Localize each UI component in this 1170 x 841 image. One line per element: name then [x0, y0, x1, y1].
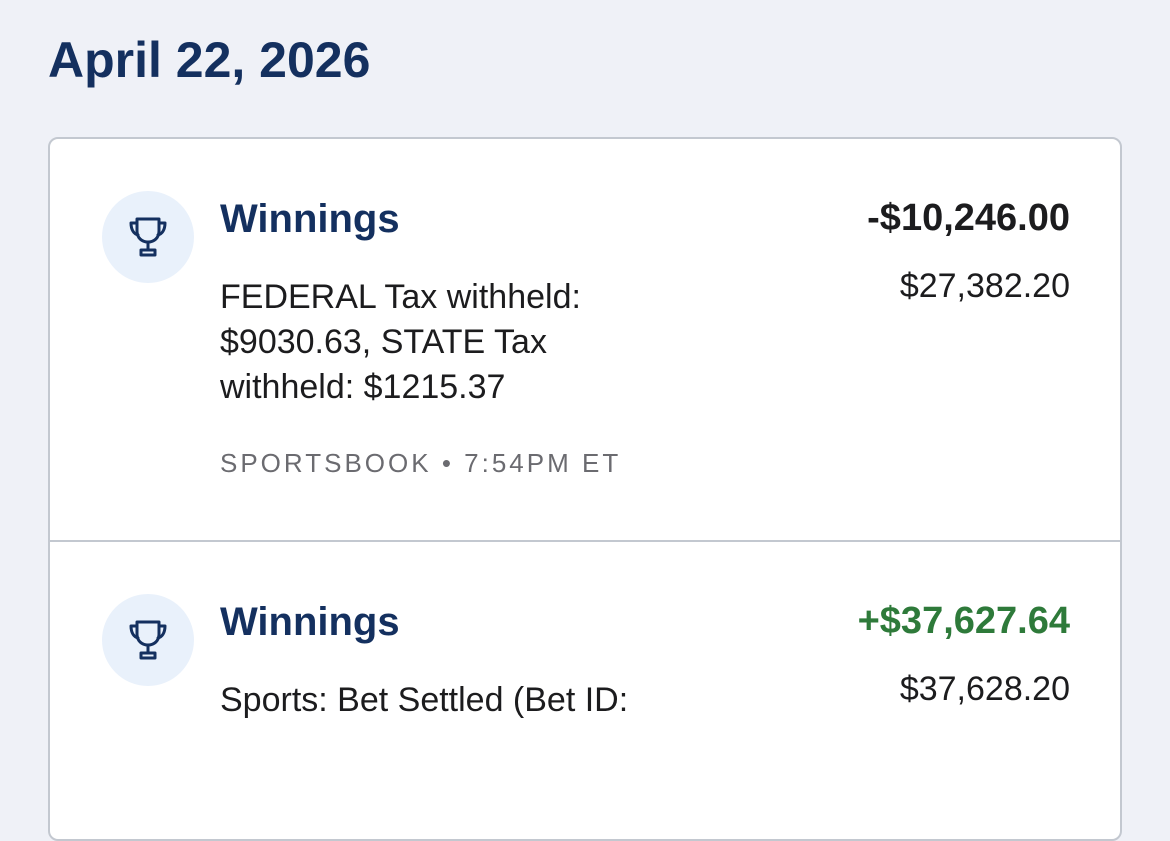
transaction-amount: -$10,246.00 — [867, 197, 1070, 239]
transaction-meta: SPORTSBOOK • 7:54PM ET — [220, 447, 621, 479]
transaction-source: SPORTSBOOK — [220, 448, 432, 478]
transaction-row[interactable]: Winnings FEDERAL Tax withheld: $9030.63,… — [50, 139, 1120, 542]
transaction-description: Sports: Bet Settled (Bet ID: — [220, 681, 629, 719]
transaction-time: 7:54PM ET — [464, 448, 622, 478]
transaction-amount: +$37,627.64 — [857, 600, 1070, 642]
transaction-description: FEDERAL Tax withheld: $9030.63, STATE Ta… — [220, 278, 581, 406]
transaction-row[interactable]: Winnings Sports: Bet Settled (Bet ID: +$… — [50, 542, 1120, 839]
transaction-balance: $37,628.20 — [899, 670, 1070, 708]
trophy-icon — [102, 191, 194, 283]
meta-separator: • — [441, 448, 454, 478]
transaction-title: Winnings — [220, 600, 400, 644]
transactions-card: Winnings FEDERAL Tax withheld: $9030.63,… — [48, 137, 1122, 841]
transaction-title: Winnings — [220, 197, 400, 241]
transaction-balance: $27,382.20 — [899, 267, 1070, 305]
date-heading: April 22, 2026 — [48, 32, 371, 88]
trophy-icon — [102, 594, 194, 686]
